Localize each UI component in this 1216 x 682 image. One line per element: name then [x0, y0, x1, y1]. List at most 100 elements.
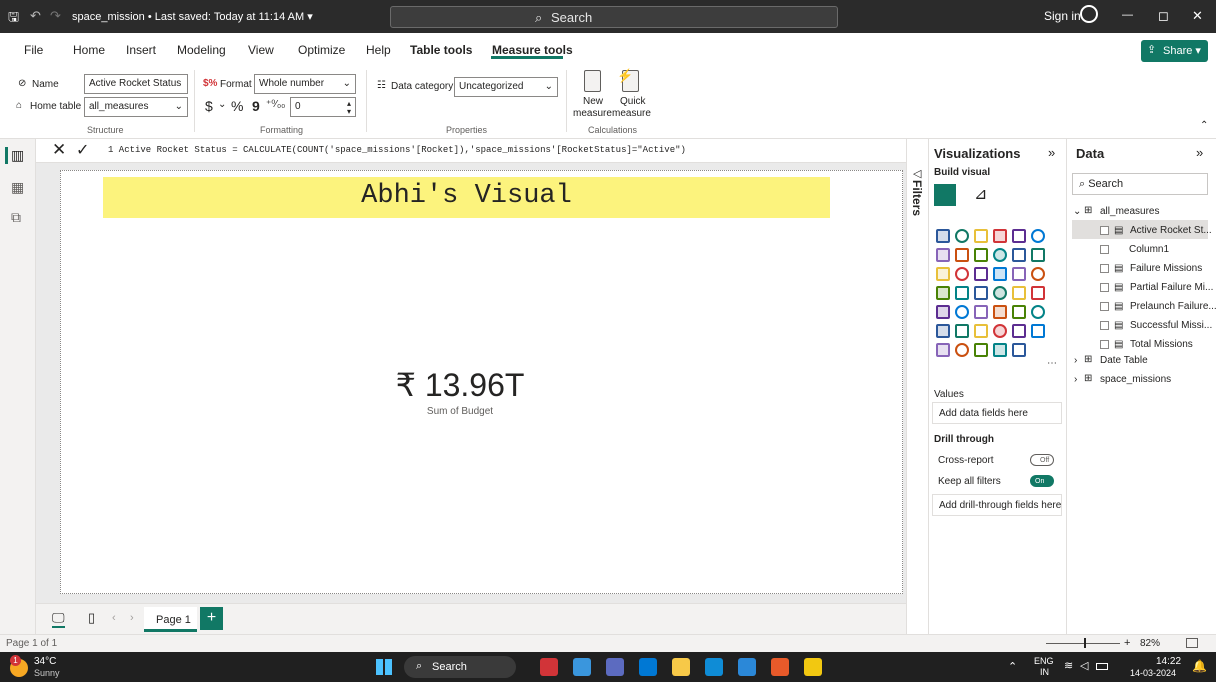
visual-type-icon[interactable]: [993, 267, 1007, 281]
build-visual-icon[interactable]: [934, 184, 956, 206]
visual-type-icon[interactable]: [1031, 267, 1045, 281]
field-item[interactable]: Partial Failure Mi...: [1130, 282, 1213, 293]
field-item[interactable]: Active Rocket St...: [1130, 225, 1212, 236]
field-checkbox[interactable]: [1100, 226, 1109, 235]
visual-type-icon[interactable]: [974, 324, 988, 338]
visual-type-icon[interactable]: [993, 305, 1007, 319]
report-title-banner[interactable]: Abhi's Visual: [103, 177, 830, 218]
visual-type-icon[interactable]: [955, 324, 969, 338]
visual-type-icon[interactable]: [955, 267, 969, 281]
collapse-table-icon[interactable]: ›: [1074, 374, 1077, 385]
home-table-select[interactable]: all_measures ⌄: [84, 97, 188, 117]
visual-type-icon[interactable]: [936, 286, 950, 300]
visual-type-icon[interactable]: [955, 343, 969, 357]
minimize-button[interactable]: —: [1122, 9, 1133, 21]
taskbar-app-icon[interactable]: [771, 658, 789, 676]
field-checkbox[interactable]: [1100, 283, 1109, 292]
visual-type-icon[interactable]: [974, 248, 988, 262]
commit-formula-icon[interactable]: ✓: [76, 140, 89, 160]
visual-type-icon[interactable]: [936, 248, 950, 262]
visual-type-icon[interactable]: [1012, 324, 1026, 338]
new-measure-button[interactable]: New measure: [573, 68, 613, 124]
filters-label[interactable]: Filters: [910, 180, 924, 216]
visual-type-icon[interactable]: [993, 286, 1007, 300]
field-item[interactable]: Successful Missi...: [1130, 320, 1212, 331]
more-visuals-icon[interactable]: ⋯: [1047, 358, 1057, 369]
menu-home[interactable]: Home: [73, 43, 105, 57]
collapse-data-icon[interactable]: »: [1196, 145, 1203, 160]
menu-view[interactable]: View: [248, 43, 274, 57]
visual-type-icon[interactable]: [955, 229, 969, 243]
taskbar-app-icon[interactable]: [804, 658, 822, 676]
visual-type-icon[interactable]: [936, 267, 950, 281]
field-checkbox[interactable]: [1100, 321, 1109, 330]
field-checkbox[interactable]: [1100, 302, 1109, 311]
clock-time[interactable]: 14:22: [1156, 656, 1181, 667]
next-page-icon[interactable]: ›: [130, 612, 134, 624]
desktop-layout-icon[interactable]: 🖵: [52, 610, 65, 628]
undo-icon[interactable]: ↶: [30, 8, 41, 24]
visual-type-icon[interactable]: [1031, 286, 1045, 300]
zoom-slider[interactable]: [1046, 643, 1120, 644]
zoom-in-icon[interactable]: +: [1124, 637, 1130, 649]
visual-type-icon[interactable]: [993, 343, 1007, 357]
field-item[interactable]: Prelaunch Failure...: [1130, 301, 1216, 312]
table-view-icon[interactable]: ▦: [11, 179, 24, 196]
prev-page-icon[interactable]: ‹: [112, 612, 116, 624]
visual-type-icon[interactable]: [1012, 248, 1026, 262]
collapse-table-icon[interactable]: ›: [1074, 355, 1077, 366]
field-checkbox[interactable]: [1100, 245, 1109, 254]
card-visual-value[interactable]: ₹ 13.96T: [330, 366, 590, 404]
account-icon[interactable]: [1080, 5, 1098, 23]
cross-report-toggle[interactable]: Off: [1030, 454, 1054, 466]
model-view-icon[interactable]: ⧉: [11, 209, 21, 226]
format-select[interactable]: Whole number ⌄: [254, 74, 356, 94]
table-space-missions[interactable]: space_missions: [1100, 374, 1171, 385]
visual-type-icon[interactable]: [955, 305, 969, 319]
visual-type-icon[interactable]: [1012, 305, 1026, 319]
table-all-measures[interactable]: all_measures: [1100, 206, 1159, 217]
volume-icon[interactable]: ◁: [1080, 659, 1088, 672]
menu-insert[interactable]: Insert: [126, 43, 156, 57]
menu-modeling[interactable]: Modeling: [177, 43, 226, 57]
dax-formula[interactable]: 1 Active Rocket Status = CALCULATE(COUNT…: [108, 145, 686, 155]
visual-type-icon[interactable]: [1031, 305, 1045, 319]
visual-type-icon[interactable]: [974, 229, 988, 243]
file-title[interactable]: space_mission • Last saved: Today at 11:…: [72, 10, 313, 23]
menu-file[interactable]: File: [24, 43, 43, 57]
tray-chevron-icon[interactable]: ⌃: [1008, 660, 1017, 673]
field-checkbox[interactable]: [1100, 264, 1109, 273]
restore-button[interactable]: ◻: [1158, 8, 1169, 24]
cancel-formula-icon[interactable]: ✕: [52, 140, 66, 160]
visual-type-icon[interactable]: [936, 229, 950, 243]
collapse-ribbon-icon[interactable]: ⌃: [1200, 120, 1208, 131]
visual-type-icon[interactable]: [1031, 324, 1045, 338]
mobile-layout-icon[interactable]: ▯: [88, 610, 95, 626]
currency-button[interactable]: $: [205, 98, 213, 114]
add-page-button[interactable]: +: [200, 607, 223, 630]
visual-type-icon[interactable]: [936, 343, 950, 357]
share-button[interactable]: ⇪ Share ▾: [1141, 40, 1208, 62]
taskbar-app-icon[interactable]: [705, 658, 723, 676]
language-1[interactable]: ENG: [1034, 656, 1054, 666]
visual-type-icon[interactable]: [993, 324, 1007, 338]
redo-icon[interactable]: ↷: [50, 8, 61, 24]
decimal-decrease-icon[interactable]: ⁺⁰⁄₀₀: [266, 99, 285, 110]
percent-button[interactable]: %: [231, 98, 243, 114]
taskbar-app-icon[interactable]: [639, 658, 657, 676]
collapse-visualizations-icon[interactable]: »: [1048, 145, 1055, 160]
table-date-table[interactable]: Date Table: [1100, 355, 1148, 366]
keep-all-filters-toggle[interactable]: On: [1030, 475, 1054, 487]
visual-type-icon[interactable]: [1031, 229, 1045, 243]
close-button[interactable]: ✕: [1192, 8, 1203, 24]
field-item[interactable]: Total Missions: [1130, 339, 1193, 350]
fit-page-icon[interactable]: [1186, 638, 1198, 648]
visual-type-icon[interactable]: [974, 286, 988, 300]
data-category-select[interactable]: Uncategorized ⌄: [454, 77, 558, 97]
menu-table-tools[interactable]: Table tools: [410, 43, 472, 57]
taskbar-app-icon[interactable]: [540, 658, 558, 676]
battery-icon[interactable]: [1096, 663, 1108, 670]
visual-type-icon[interactable]: [993, 229, 1007, 243]
menu-measure-tools[interactable]: Measure tools: [492, 43, 573, 57]
taskbar-app-icon[interactable]: [573, 658, 591, 676]
